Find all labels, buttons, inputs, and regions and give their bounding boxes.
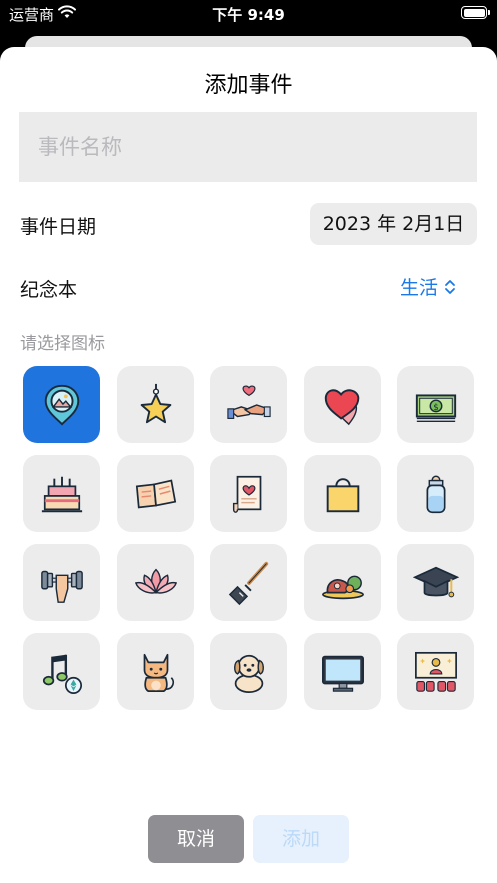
- icon-option-dumbbell[interactable]: [23, 544, 100, 621]
- event-name-input[interactable]: [19, 112, 477, 182]
- icon-grid: $: [23, 366, 477, 710]
- clock: 下午 9:49: [212, 6, 285, 24]
- shopping-bag-icon: [326, 477, 359, 512]
- svg-text:$: $: [433, 402, 438, 412]
- money-stack-icon: $: [415, 393, 456, 422]
- notebook-picker[interactable]: 生活: [400, 273, 456, 300]
- location-photo-icon: [44, 384, 79, 426]
- add-button[interactable]: 添加: [253, 815, 349, 863]
- open-book-icon: [135, 479, 176, 508]
- lotus-icon: [134, 568, 177, 594]
- icon-option-star-ornament[interactable]: [117, 366, 194, 443]
- icon-option-cinema-screen[interactable]: [397, 633, 474, 710]
- spatula-icon: [228, 561, 268, 605]
- icon-option-music-note[interactable]: [23, 633, 100, 710]
- add-event-sheet: 添加事件 事件日期 2023 年 2月1日 纪念本 生活 请选择图标 $: [0, 47, 497, 883]
- event-date-label: 事件日期: [20, 216, 97, 238]
- icon-option-money-stack[interactable]: $: [397, 366, 474, 443]
- cinema-screen-icon: [414, 651, 457, 692]
- battery-icon: [461, 6, 490, 19]
- love-letter-scroll-icon: [232, 475, 261, 513]
- star-ornament-icon: [140, 383, 171, 423]
- icon-option-love-letter-scroll[interactable]: [210, 455, 287, 532]
- icon-option-spatula[interactable]: [210, 544, 287, 621]
- cat-icon: [143, 653, 174, 692]
- sheet-title: 添加事件: [204, 73, 293, 98]
- notebook-label: 纪念本: [20, 279, 78, 301]
- icon-option-dog[interactable]: [210, 633, 287, 710]
- monitor-icon: [321, 655, 364, 692]
- icon-option-graduation-cap[interactable]: [397, 544, 474, 621]
- holding-hands-icon: [226, 385, 271, 419]
- event-date-picker[interactable]: 2023 年 2月1日: [310, 203, 477, 245]
- icon-option-monitor[interactable]: [304, 633, 381, 710]
- icon-option-birthday-cake[interactable]: [23, 455, 100, 532]
- graduation-cap-icon: [412, 566, 459, 597]
- cancel-button[interactable]: 取消: [148, 815, 244, 863]
- music-note-icon: [42, 654, 82, 694]
- hearts-icon: [324, 388, 359, 425]
- icon-option-baby-bottle[interactable]: [397, 455, 474, 532]
- icon-option-lotus[interactable]: [117, 544, 194, 621]
- icon-option-shopping-bag[interactable]: [304, 455, 381, 532]
- dumbbell-icon: [40, 570, 83, 603]
- baby-bottle-icon: [426, 475, 445, 513]
- icon-option-holding-hands[interactable]: [210, 366, 287, 443]
- notebook-value: 生活: [400, 277, 439, 299]
- birthday-cake-icon: [41, 476, 82, 512]
- dog-icon: [233, 654, 264, 693]
- icon-option-hearts[interactable]: [304, 366, 381, 443]
- icon-option-steak-meal[interactable]: [304, 544, 381, 621]
- icon-hint: 请选择图标: [20, 334, 105, 354]
- steak-meal-icon: [321, 575, 364, 599]
- status-bar: 运营商 下午 9:49: [0, 0, 497, 30]
- icon-option-cat[interactable]: [117, 633, 194, 710]
- icon-option-open-book[interactable]: [117, 455, 194, 532]
- icon-option-location-photo[interactable]: [23, 366, 100, 443]
- chevron-up-down-icon: [445, 279, 455, 294]
